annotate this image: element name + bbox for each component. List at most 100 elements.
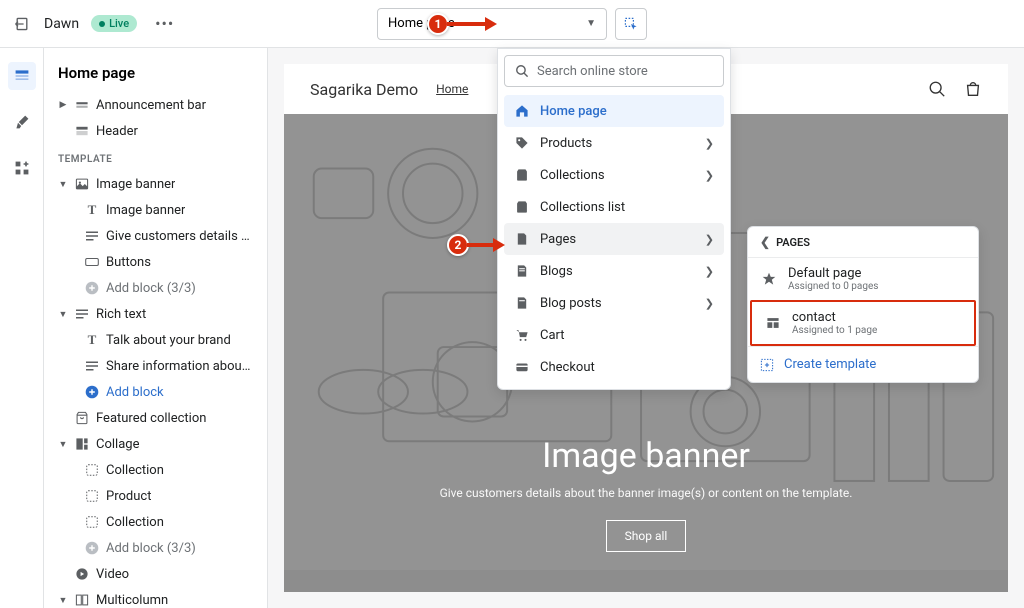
tree-label: Image banner (96, 177, 175, 192)
placeholder-icon (84, 514, 100, 530)
search-icon[interactable] (928, 80, 946, 98)
tree-label: Product (106, 489, 151, 504)
collection-list-icon (514, 199, 530, 215)
dropdown-label: Home page (540, 104, 607, 119)
flyout-item-subtitle: Assigned to 0 pages (788, 281, 878, 292)
collection-icon (74, 410, 90, 426)
inspector-icon (623, 16, 639, 32)
hero-subtitle: Give customers details about the banner … (440, 486, 853, 500)
chevron-right-icon: ❯ (705, 137, 714, 150)
header-icon (74, 123, 90, 139)
create-template-link[interactable]: Create template (748, 346, 978, 382)
chevron-right-icon: ❯ (705, 297, 714, 310)
topbar-left: Dawn Live ••• (12, 14, 180, 34)
chevron-right-icon: ❯ (705, 233, 714, 246)
block-image-banner-heading[interactable]: T Image banner (44, 197, 267, 223)
section-video[interactable]: Video (44, 561, 267, 587)
dropdown-item-blog-posts[interactable]: Blog posts ❯ (504, 287, 724, 319)
flyout-item-default[interactable]: Default page Assigned to 0 pages (748, 258, 978, 300)
home-icon (514, 103, 530, 119)
add-block-richtext[interactable]: Add block (44, 379, 267, 405)
collection-icon (514, 167, 530, 183)
more-button[interactable]: ••• (149, 14, 180, 33)
theme-name: Dawn (44, 16, 79, 32)
dropdown-item-home[interactable]: Home page (504, 95, 724, 127)
cart-icon[interactable] (964, 80, 982, 98)
template-group-label: TEMPLATE (44, 144, 267, 171)
dropdown-item-collections[interactable]: Collections ❯ (504, 159, 724, 191)
block-collage-collection-2[interactable]: Collection (44, 509, 267, 535)
topbar-center: Home page ▼ (377, 8, 647, 40)
flyout-item-contact[interactable]: contact Assigned to 1 page (750, 300, 976, 346)
tool-rail (0, 48, 44, 608)
grid-plus-icon (14, 160, 30, 176)
checkout-icon (514, 359, 530, 375)
tree-label: Collection (106, 515, 164, 530)
dropdown-item-pages[interactable]: Pages ❯ (504, 223, 724, 255)
dropdown-label: Checkout (540, 360, 595, 375)
tree-label: Video (96, 567, 129, 582)
dropdown-label: Blog posts (540, 296, 602, 311)
store-name: Sagarika Demo (310, 80, 418, 99)
plus-circle-icon (84, 540, 100, 556)
tree-label: Announcement bar (96, 98, 206, 113)
tree-label: Collage (96, 437, 139, 452)
section-announcement-bar[interactable]: ▶ Announcement bar (44, 92, 267, 118)
section-multicolumn[interactable]: ▼ Multicolumn (44, 587, 267, 608)
theme-settings-tool[interactable] (8, 108, 36, 136)
chevron-left-icon: ❮ (760, 235, 770, 249)
section-header[interactable]: Header (44, 118, 267, 144)
sections-tool[interactable] (8, 62, 36, 90)
arrow-icon (447, 15, 499, 33)
dropdown-item-collections-list[interactable]: Collections list (504, 191, 724, 223)
caret-down-icon: ▼ (586, 18, 596, 29)
app-embeds-tool[interactable] (8, 154, 36, 182)
paintbrush-icon (14, 114, 30, 130)
cart-icon (514, 327, 530, 343)
blog-post-icon (514, 295, 530, 311)
create-template-icon (760, 358, 774, 372)
disclosure-icon: ▶ (58, 100, 68, 110)
blog-icon (514, 263, 530, 279)
search-placeholder: Search online store (537, 64, 648, 79)
flyout-header[interactable]: ❮ PAGES (748, 227, 978, 258)
exit-icon (14, 16, 30, 32)
dropdown-item-products[interactable]: Products ❯ (504, 127, 724, 159)
chevron-right-icon: ❯ (705, 169, 714, 182)
add-block-image-banner[interactable]: Add block (3/3) (44, 275, 267, 301)
block-image-banner-buttons[interactable]: Buttons (44, 249, 267, 275)
inspector-button[interactable] (615, 8, 647, 40)
dropdown-item-checkout[interactable]: Checkout (504, 351, 724, 383)
dropdown-search[interactable]: Search online store (504, 55, 724, 87)
add-block-collage[interactable]: Add block (3/3) (44, 535, 267, 561)
block-image-banner-text[interactable]: Give customers details abou... (44, 223, 267, 249)
nav-home-link[interactable]: Home (436, 82, 468, 96)
hero-cta-button[interactable]: Shop all (606, 520, 687, 552)
page-icon (514, 231, 530, 247)
block-collage-collection-1[interactable]: Collection (44, 457, 267, 483)
dropdown-label: Cart (540, 328, 565, 343)
disclosure-icon: ▼ (58, 179, 68, 189)
section-featured-collection[interactable]: Featured collection (44, 405, 267, 431)
exit-button[interactable] (12, 14, 32, 34)
block-richtext-heading[interactable]: T Talk about your brand (44, 327, 267, 353)
dropdown-item-blogs[interactable]: Blogs ❯ (504, 255, 724, 287)
chevron-right-icon: ❯ (705, 265, 714, 278)
block-richtext-text[interactable]: Share information about yo... (44, 353, 267, 379)
hero-title: Image banner (542, 436, 750, 476)
section-image-banner[interactable]: ▼ Image banner (44, 171, 267, 197)
announcement-icon (74, 97, 90, 113)
annotation-badge: 2 (447, 234, 469, 256)
dropdown-item-cart[interactable]: Cart (504, 319, 724, 351)
tree-label: Add block (3/3) (106, 281, 196, 296)
tree-label: Featured collection (96, 411, 206, 426)
sections-icon (14, 68, 30, 84)
sidebar-title: Home page (44, 48, 267, 92)
paragraph-icon (84, 228, 100, 244)
dropdown-label: Collections list (540, 200, 625, 215)
block-collage-product[interactable]: Product (44, 483, 267, 509)
tree-label: Add block (106, 385, 164, 400)
section-rich-text[interactable]: ▼ Rich text (44, 301, 267, 327)
video-icon (74, 566, 90, 582)
section-collage[interactable]: ▼ Collage (44, 431, 267, 457)
